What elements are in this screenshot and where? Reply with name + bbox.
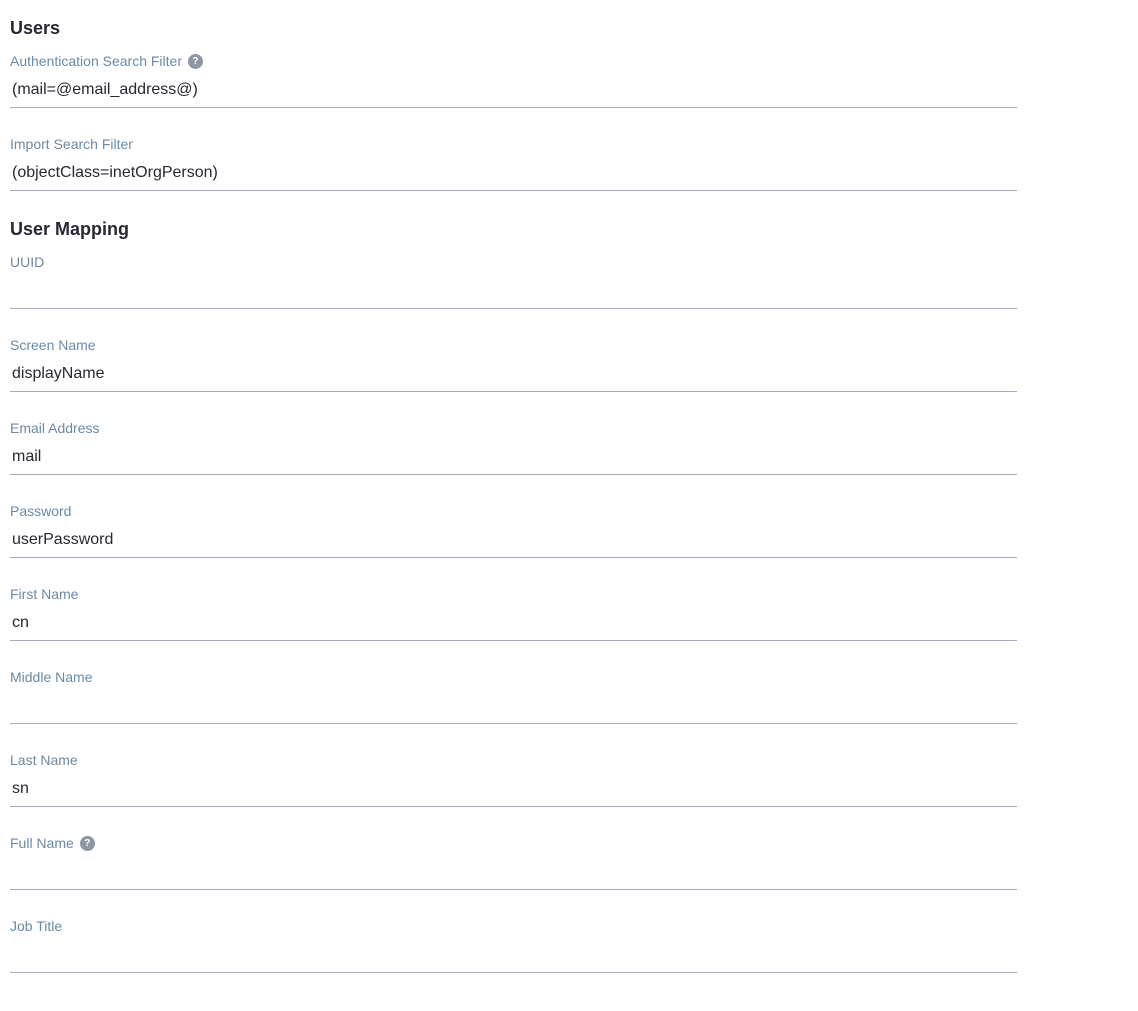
first-name-label: First Name	[10, 586, 78, 602]
password-input[interactable]	[10, 525, 1017, 558]
user-mapping-heading: User Mapping	[10, 219, 1128, 240]
job-title-input[interactable]	[10, 940, 1017, 973]
users-heading: Users	[10, 18, 1128, 39]
job-title-field: Job Title	[10, 918, 1128, 973]
help-icon[interactable]: ?	[188, 54, 203, 69]
screen-name-input[interactable]	[10, 359, 1017, 392]
uuid-input[interactable]	[10, 276, 1017, 309]
auth-search-filter-input[interactable]	[10, 75, 1017, 108]
first-name-label-text: First Name	[10, 586, 78, 602]
full-name-input[interactable]	[10, 857, 1017, 890]
job-title-label: Job Title	[10, 918, 62, 934]
auth-search-filter-field: Authentication Search Filter ?	[10, 53, 1128, 108]
help-icon[interactable]: ?	[80, 836, 95, 851]
last-name-field: Last Name	[10, 752, 1128, 807]
screen-name-label-text: Screen Name	[10, 337, 96, 353]
auth-search-filter-label: Authentication Search Filter ?	[10, 53, 203, 69]
middle-name-label-text: Middle Name	[10, 669, 92, 685]
uuid-label: UUID	[10, 254, 44, 270]
email-address-input[interactable]	[10, 442, 1017, 475]
email-address-label: Email Address	[10, 420, 99, 436]
import-search-filter-field: Import Search Filter	[10, 136, 1128, 191]
first-name-input[interactable]	[10, 608, 1017, 641]
import-search-filter-label-text: Import Search Filter	[10, 136, 133, 152]
full-name-field: Full Name ?	[10, 835, 1128, 890]
first-name-field: First Name	[10, 586, 1128, 641]
job-title-label-text: Job Title	[10, 918, 62, 934]
screen-name-field: Screen Name	[10, 337, 1128, 392]
import-search-filter-input[interactable]	[10, 158, 1017, 191]
uuid-field: UUID	[10, 254, 1128, 309]
last-name-input[interactable]	[10, 774, 1017, 807]
screen-name-label: Screen Name	[10, 337, 96, 353]
password-label-text: Password	[10, 503, 71, 519]
import-search-filter-label: Import Search Filter	[10, 136, 133, 152]
password-label: Password	[10, 503, 71, 519]
middle-name-label: Middle Name	[10, 669, 92, 685]
full-name-label-text: Full Name	[10, 835, 74, 851]
middle-name-field: Middle Name	[10, 669, 1128, 724]
email-address-label-text: Email Address	[10, 420, 99, 436]
middle-name-input[interactable]	[10, 691, 1017, 724]
password-field: Password	[10, 503, 1128, 558]
uuid-label-text: UUID	[10, 254, 44, 270]
last-name-label-text: Last Name	[10, 752, 78, 768]
auth-search-filter-label-text: Authentication Search Filter	[10, 53, 182, 69]
email-address-field: Email Address	[10, 420, 1128, 475]
full-name-label: Full Name ?	[10, 835, 95, 851]
last-name-label: Last Name	[10, 752, 78, 768]
